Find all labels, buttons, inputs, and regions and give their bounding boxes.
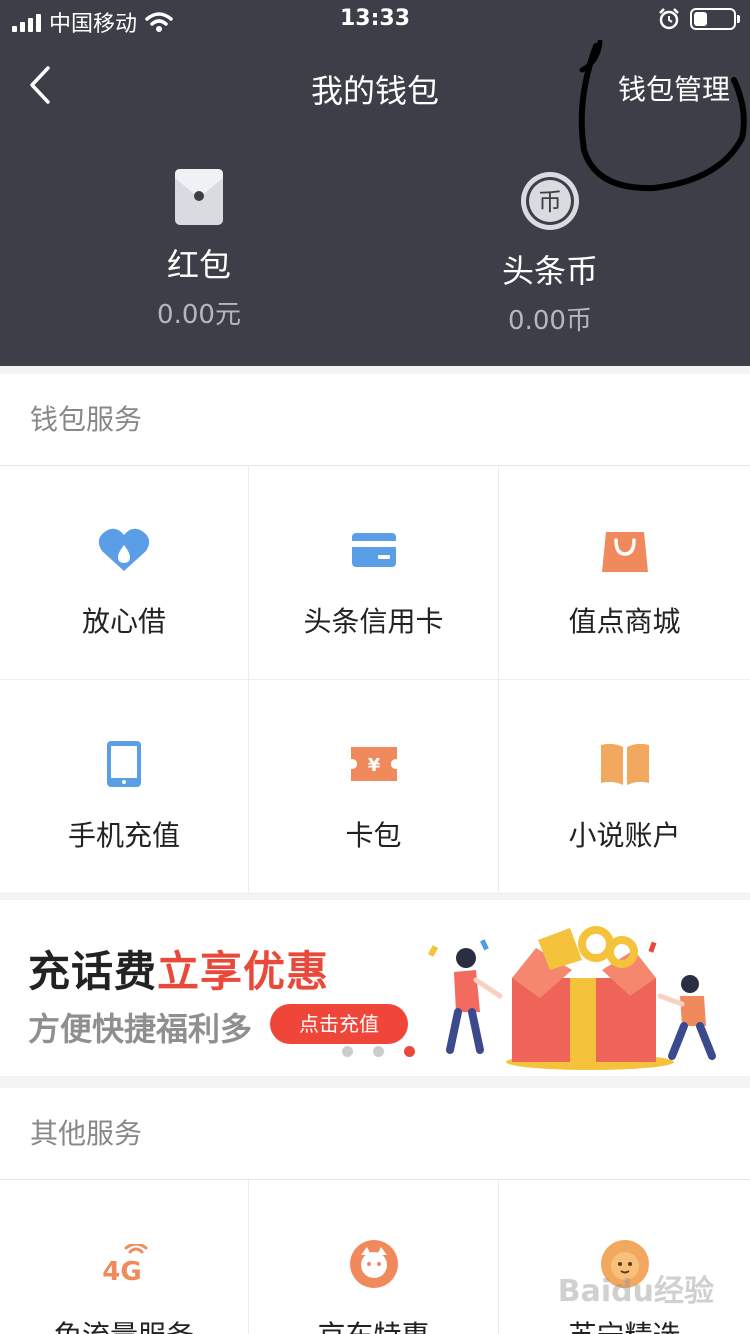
watermark: Baidu经验: [557, 1274, 714, 1309]
carousel-dots[interactable]: [342, 1046, 415, 1057]
banner-title-highlight: 立享优惠: [157, 947, 330, 996]
service-jd-deals[interactable]: 京东特惠: [249, 1180, 499, 1334]
credit-card-icon: [351, 533, 396, 567]
4g-icon-glyph: 4G: [102, 1257, 141, 1284]
jd-icon: [349, 1240, 398, 1288]
wallet-services-grid: 放心借 头条信用卡 值点商城 手机充值 ¥ 卡包 小说账户: [0, 466, 750, 894]
service-label: 值点商城: [568, 605, 681, 638]
status-bar: 中国移动 13:33: [0, 0, 750, 40]
coin-balance[interactable]: 币 头条币 0.00币: [425, 170, 675, 337]
recharge-promo-banner[interactable]: 充话费立享优惠 方便快捷福利多 点击充值: [0, 900, 750, 1076]
balance-label: 红包: [166, 246, 231, 284]
clock: 13:33: [339, 6, 411, 31]
carousel-dot[interactable]: [373, 1046, 384, 1057]
service-label: 小说账户: [568, 819, 681, 852]
ticket-icon: ¥: [350, 747, 397, 781]
service-free-data[interactable]: 4G 免流量服务: [0, 1180, 249, 1334]
recharge-now-button[interactable]: 点击充值: [270, 1004, 408, 1044]
wallet-services-section: 钱包服务 放心借 头条信用卡 值点商城 手机充值 ¥ 卡包 小说账户: [0, 374, 750, 894]
envelope-icon: [175, 169, 223, 225]
coin-icon: 币: [521, 172, 579, 230]
balance-value: 0.00币: [508, 306, 592, 336]
service-label: 苏宁精选: [568, 1314, 680, 1334]
service-suning[interactable]: 苏宁精选: [499, 1180, 750, 1334]
banner-title-main: 充话费: [28, 947, 158, 996]
wallet-header: 中国移动 13:33 我的钱包 钱包管理 红包 0.00元 币 头条币 0.00…: [0, 0, 750, 366]
book-icon: [600, 743, 649, 785]
gift-box-illustration: [427, 926, 716, 1070]
battery-icon: [690, 8, 740, 30]
service-novel-account[interactable]: 小说账户: [499, 680, 750, 894]
banner-title: 充话费立享优惠: [28, 938, 329, 999]
red-packet-balance[interactable]: 红包 0.00元: [74, 168, 324, 331]
service-card-wallet[interactable]: ¥ 卡包: [249, 680, 499, 894]
section-title: 钱包服务: [0, 374, 750, 466]
phone-icon: [107, 741, 141, 787]
service-label: 免流量服务: [54, 1314, 194, 1334]
4g-icon: 4G: [102, 1244, 148, 1284]
banner-subtitle: 方便快捷福利多: [28, 1010, 253, 1048]
service-fangxinjie[interactable]: 放心借: [0, 466, 249, 680]
service-label: 手机充值: [67, 819, 180, 852]
alarm-icon: [659, 8, 679, 30]
loan-icon: [98, 528, 150, 571]
section-title: 其他服务: [0, 1088, 750, 1180]
coin-icon-glyph: 币: [538, 188, 562, 216]
other-services-grid: 4G 免流量服务 京东特惠: [0, 1180, 750, 1334]
service-label: 放心借: [81, 605, 166, 638]
balance-label: 头条币: [501, 252, 598, 290]
carousel-dot[interactable]: [342, 1046, 353, 1057]
ticket-icon-glyph: ¥: [367, 755, 380, 776]
service-label: 卡包: [345, 819, 402, 852]
service-label: 京东特惠: [317, 1314, 429, 1334]
balance-value: 0.00元: [157, 300, 241, 330]
service-phone-recharge[interactable]: 手机充值: [0, 680, 249, 894]
service-mall[interactable]: 值点商城: [499, 466, 750, 680]
carousel-dot[interactable]: [404, 1046, 415, 1057]
service-label: 头条信用卡: [303, 605, 444, 638]
service-credit-card[interactable]: 头条信用卡: [249, 466, 499, 680]
battery-fill: [694, 12, 707, 26]
shopping-bag-icon: [601, 532, 648, 572]
